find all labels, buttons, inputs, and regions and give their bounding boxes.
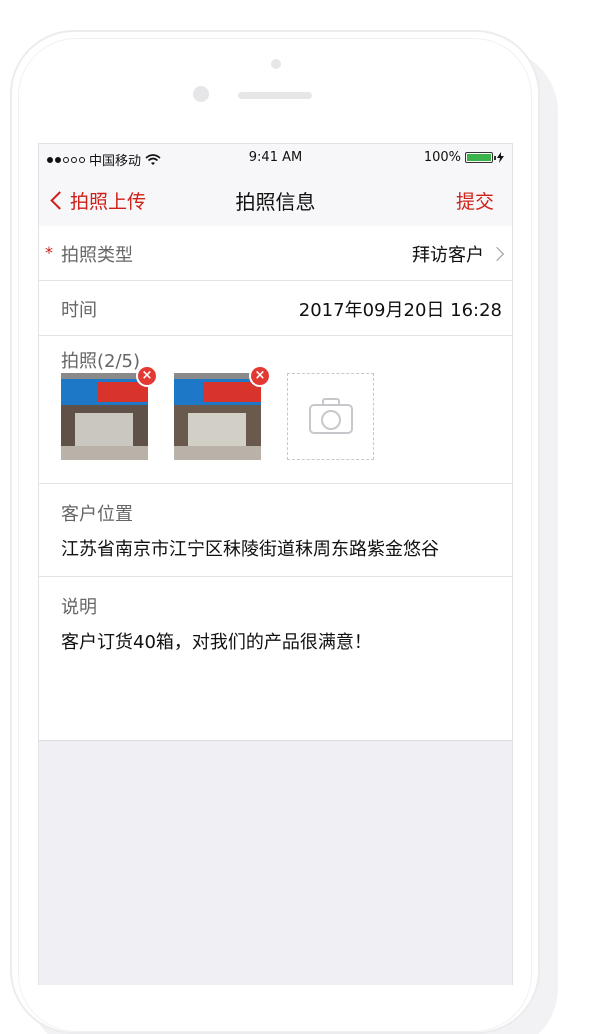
form-content: * 拍照类型 拜访客户 时间 2017年09月20日 16:28 拍照(2/5) xyxy=(39,226,512,741)
storefront-image xyxy=(61,373,148,460)
front-camera xyxy=(193,86,209,102)
photo-type-text: 拜访客户 xyxy=(412,245,484,266)
location-label: 客户位置 xyxy=(61,504,133,525)
close-icon[interactable]: × xyxy=(249,365,271,387)
photo-type-value: 拜访客户 xyxy=(412,241,505,267)
app-screen: 中国移动 9:41 AM 100% 拍照上传 拍照信息 提交 * 拍照类型 拜访… xyxy=(38,143,513,985)
location-value: 江苏省南京市江宁区秣陵街道秣周东路紫金悠谷 xyxy=(61,539,439,560)
storefront-image xyxy=(174,373,261,460)
navigation-bar: 拍照上传 拍照信息 提交 xyxy=(39,172,512,227)
photo-thumbnail[interactable]: × xyxy=(61,365,158,460)
time-label: 时间 xyxy=(61,300,97,321)
charging-icon xyxy=(497,152,504,163)
photos-row: 拍照(2/5) × × xyxy=(39,336,512,484)
photo-thumbnail[interactable]: × xyxy=(174,365,271,460)
add-photo-button[interactable] xyxy=(287,373,374,460)
time-row[interactable]: 时间 2017年09月20日 16:28 xyxy=(39,281,512,336)
photo-list: × × xyxy=(61,365,374,460)
photo-type-label: 拍照类型 xyxy=(61,245,133,266)
close-icon[interactable]: × xyxy=(136,365,158,387)
photo-type-row[interactable]: * 拍照类型 拜访客户 xyxy=(39,226,512,281)
required-mark: * xyxy=(45,243,53,262)
earpiece-speaker xyxy=(238,92,312,99)
battery-area: 100% xyxy=(424,150,504,165)
page-title: 拍照信息 xyxy=(235,190,316,214)
submit-button[interactable]: 提交 xyxy=(456,187,494,214)
description-value: 客户订货40箱，对我们的产品很满意！ xyxy=(61,632,372,653)
chevron-right-icon xyxy=(489,246,505,262)
status-bar: 中国移动 9:41 AM 100% xyxy=(39,144,512,172)
description-row[interactable]: 说明 客户订货40箱，对我们的产品很满意！ xyxy=(39,577,512,741)
description-label: 说明 xyxy=(61,597,97,618)
battery-icon xyxy=(465,152,496,163)
proximity-sensor xyxy=(271,59,281,69)
time-value: 2017年09月20日 16:28 xyxy=(298,300,502,321)
photos-label: 拍照(2/5) xyxy=(61,351,141,372)
battery-percent: 100% xyxy=(423,150,461,165)
location-row[interactable]: 客户位置 江苏省南京市江宁区秣陵街道秣周东路紫金悠谷 xyxy=(39,484,512,577)
